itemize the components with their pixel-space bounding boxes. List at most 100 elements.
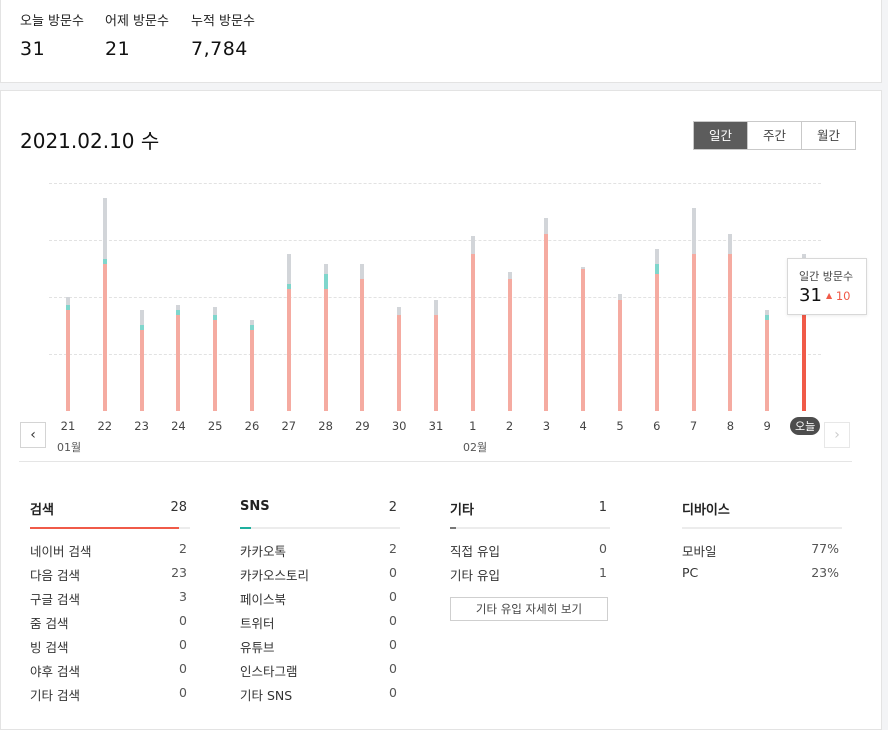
list-item-value: 0 (389, 613, 397, 628)
list-item-label: 구글 검색 (30, 592, 80, 607)
list-item: 야후 검색 0 (30, 657, 190, 681)
bar-other[interactable] (618, 294, 622, 300)
bar-search[interactable] (581, 269, 586, 411)
list-item: 네이버 검색 2 (30, 537, 190, 561)
bar-other[interactable] (507, 271, 512, 280)
today-visits-value: 31 (20, 38, 46, 60)
list-item-value: 23 (171, 565, 187, 580)
bar-search[interactable] (250, 329, 254, 411)
list-item-value: 0 (389, 637, 397, 652)
bar-sns[interactable] (213, 314, 218, 320)
bar-search[interactable] (360, 279, 365, 411)
x-tick-label: 29 (355, 419, 370, 433)
prev-button[interactable]: ‹ (20, 422, 46, 448)
bar-other[interactable] (102, 198, 107, 259)
bar-search[interactable] (654, 274, 659, 411)
bar-other[interactable] (470, 236, 475, 254)
bar-search[interactable] (691, 253, 696, 411)
list-item: 빙 검색 0 (30, 633, 190, 657)
bar-other[interactable] (286, 253, 291, 285)
bar-other[interactable] (434, 299, 438, 315)
section-divider (19, 461, 852, 462)
bar-other[interactable] (544, 218, 549, 234)
bar-other[interactable] (397, 307, 402, 315)
next-button[interactable]: › (824, 422, 850, 448)
bar-other[interactable] (176, 304, 181, 310)
date-title: 2021.02.10 수 (20, 129, 160, 153)
tab-monthly[interactable]: 월간 (801, 122, 855, 149)
x-tick-label: 2 (505, 419, 514, 433)
panel-count: 2 (388, 500, 397, 515)
bar-search[interactable] (397, 314, 402, 411)
list-item-label: 직접 유입 (450, 544, 500, 559)
list-item-value: 0 (389, 589, 397, 604)
total-visits-value: 7,784 (191, 38, 248, 60)
bar-search[interactable] (102, 264, 107, 411)
other-sources-detail-button[interactable]: 기타 유입 자세히 보기 (450, 597, 608, 621)
list-item-value: 2 (179, 541, 187, 556)
bar-other[interactable] (691, 208, 696, 254)
panel-header: 디바이스 (682, 499, 842, 529)
list-item-value: 77% (811, 541, 839, 556)
panel-header: 검색 28 (30, 499, 190, 529)
bar-sns[interactable] (102, 259, 107, 265)
bar-other[interactable] (728, 233, 733, 254)
visitor-chart-card: 2021.02.10 수 일간 주간 월간 21 22 23 24 25 26 27 28 29… (0, 90, 882, 730)
x-tick-label: 8 (726, 419, 735, 433)
x-tick-label: 6 (653, 419, 661, 433)
bar-sns[interactable] (323, 274, 328, 290)
list-item: 모바일 77% (682, 537, 842, 561)
bar-search[interactable] (176, 314, 181, 411)
panel-0: 검색 28 네이버 검색 2 다음 검색 23 구글 검색 3 줌 검색 0 빙 검색 0 야후 검색 0… (30, 499, 190, 705)
list-item-value: 0 (179, 661, 187, 676)
list-item-value: 0 (179, 637, 187, 652)
bar-other[interactable] (581, 266, 586, 270)
chevron-left-icon: ‹ (30, 427, 36, 443)
bar-other[interactable] (213, 307, 218, 315)
bar-search[interactable] (544, 233, 549, 411)
bar-search[interactable] (728, 253, 733, 411)
bar-search[interactable] (765, 319, 770, 411)
list-item-value: 23% (811, 565, 839, 580)
list-item-value: 2 (389, 541, 397, 556)
bar-search[interactable] (470, 253, 475, 411)
tooltip-title: 일간 방문수 (799, 270, 854, 283)
month-label-feb: 02월 (463, 441, 488, 454)
bar-search[interactable] (286, 289, 291, 411)
panel-title: SNS (240, 499, 270, 514)
bar-search[interactable] (66, 309, 70, 411)
bar-other[interactable] (323, 264, 328, 275)
bar-sns[interactable] (139, 324, 144, 330)
bar-other[interactable] (360, 264, 365, 280)
bar-sns[interactable] (176, 309, 181, 315)
panel-header: SNS 2 (240, 499, 400, 529)
bar-search[interactable] (434, 314, 438, 411)
bar-other[interactable] (250, 319, 254, 325)
gridline (49, 183, 821, 184)
bar-search[interactable] (323, 289, 328, 411)
bar-search[interactable] (213, 319, 218, 411)
bar-sns[interactable] (250, 324, 254, 330)
bar-search[interactable] (139, 329, 144, 411)
visitor-summary-card: 오늘 방문수 31 어제 방문수 21 누적 방문수 7,784 (0, 0, 882, 83)
gridline (49, 297, 821, 298)
tab-weekly[interactable]: 주간 (747, 122, 801, 149)
month-label-jan: 01월 (57, 441, 82, 454)
list-item-value: 0 (389, 685, 397, 700)
list-item: 인스타그램 0 (240, 657, 400, 681)
x-tick-label: 31 (428, 419, 444, 433)
list-item: 기타 검색 0 (30, 681, 190, 705)
list-item-label: 기타 검색 (30, 688, 80, 703)
bar-search[interactable] (618, 299, 622, 411)
bar-other[interactable] (765, 309, 770, 315)
bar-sns[interactable] (654, 264, 659, 275)
bar-sns[interactable] (66, 304, 70, 310)
bar-search[interactable] (507, 279, 512, 411)
list-item: 트위터 0 (240, 609, 400, 633)
bar-other[interactable] (66, 297, 70, 305)
bar-sns[interactable] (765, 314, 770, 320)
bar-other[interactable] (139, 309, 144, 325)
bar-other[interactable] (654, 248, 659, 265)
tab-daily[interactable]: 일간 (694, 122, 747, 149)
bar-sns[interactable] (286, 284, 291, 290)
